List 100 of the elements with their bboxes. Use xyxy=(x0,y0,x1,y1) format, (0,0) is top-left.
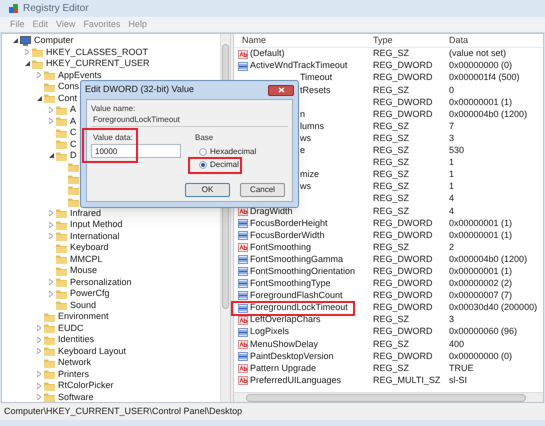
value-name[interactable]: FontSmoothingType xyxy=(250,277,331,291)
expand-arrow-icon[interactable] xyxy=(37,394,41,400)
value-data-field[interactable]: 10000 xyxy=(91,144,181,158)
horizontal-scrollbar[interactable] xyxy=(234,392,543,402)
tree-item[interactable]: Sound xyxy=(70,298,96,312)
value-type: REG_DWORD xyxy=(373,71,434,84)
value-type: REG_DWORD xyxy=(373,264,434,278)
value-name[interactable]: ActiveWndTrackTimeout xyxy=(250,59,348,73)
value-name[interactable]: n xyxy=(300,108,306,122)
tree-item[interactable]: C xyxy=(70,126,76,140)
tree-item[interactable]: A xyxy=(70,103,76,116)
tree-item[interactable]: Environment xyxy=(58,310,109,324)
value-name[interactable]: PreferredUILanguages xyxy=(250,374,342,388)
radio-option[interactable]: Hexadecimal xyxy=(199,146,256,157)
value-name[interactable]: FocusBorderHeight xyxy=(250,216,328,230)
value-name[interactable]: e xyxy=(300,144,306,158)
tree-item[interactable]: HKEY_CURRENT_USER xyxy=(46,57,150,70)
tree-item[interactable]: Identities xyxy=(58,333,94,346)
tree-item[interactable]: Software xyxy=(58,390,94,402)
tree-item[interactable]: EUDC xyxy=(58,322,84,335)
string-value-icon xyxy=(238,243,248,252)
expand-arrow-icon[interactable] xyxy=(49,210,53,216)
expand-arrow-icon[interactable] xyxy=(49,106,53,113)
tree-item[interactable]: Computer xyxy=(34,34,74,48)
expand-arrow-icon[interactable] xyxy=(49,233,53,240)
cancel-button[interactable]: Cancel xyxy=(240,183,285,197)
value-name[interactable]: Timeout xyxy=(300,71,332,85)
close-button[interactable] xyxy=(268,84,294,96)
tree-item[interactable]: AppEvents xyxy=(58,68,102,82)
value-data: 0x00000001 (1) xyxy=(449,96,512,109)
value-name[interactable]: (Default) xyxy=(250,48,285,61)
tree-item[interactable]: HKEY_CLASSES_ROOT xyxy=(46,46,148,59)
expand-arrow-icon[interactable] xyxy=(37,382,41,389)
column-header[interactable]: Type xyxy=(373,34,449,48)
expand-arrow-icon[interactable] xyxy=(25,49,29,56)
value-name[interactable]: PaintDesktopVersion xyxy=(250,350,334,364)
value-name[interactable]: ws xyxy=(300,132,311,146)
expand-arrow-icon[interactable] xyxy=(37,336,41,343)
tree-item[interactable]: Cont xyxy=(58,92,78,105)
tree-item[interactable]: D xyxy=(70,149,76,162)
value-name[interactable]: LogPixels xyxy=(250,325,290,339)
column-header[interactable]: Name xyxy=(234,34,373,48)
tree-item[interactable]: Input Method xyxy=(70,218,123,232)
tree-item[interactable]: Printers xyxy=(58,368,90,381)
column-header[interactable]: Data xyxy=(449,34,543,48)
value-name[interactable]: tResets xyxy=(300,84,331,98)
expand-arrow-icon[interactable] xyxy=(49,290,53,297)
value-name[interactable]: LeftOverlapChars xyxy=(250,313,321,327)
radio-button[interactable] xyxy=(199,160,207,168)
value-name[interactable]: FontSmoothingGamma xyxy=(250,252,344,266)
expand-arrow-icon[interactable] xyxy=(37,325,41,332)
value-name[interactable]: Pattern Upgrade xyxy=(250,362,316,376)
tree-item[interactable]: Mouse xyxy=(70,264,98,278)
radio-button[interactable] xyxy=(199,148,207,156)
value-name[interactable]: FontSmoothing xyxy=(250,240,312,254)
value-name[interactable]: MenuShowDelay xyxy=(250,338,318,352)
expand-arrow-icon[interactable] xyxy=(37,348,41,354)
expand-arrow-icon[interactable] xyxy=(49,279,53,286)
value-data: (value not set) xyxy=(449,48,506,60)
collapse-arrow-icon[interactable] xyxy=(48,153,54,158)
tree-item[interactable]: RtColorPicker xyxy=(58,379,114,392)
value-name[interactable]: ws xyxy=(300,180,311,194)
folder-icon xyxy=(44,93,55,104)
value-data: 0x00000002 (2) xyxy=(449,277,512,290)
tree-item[interactable]: PowerCfg xyxy=(70,287,110,300)
tree-item[interactable]: MMCPL xyxy=(70,252,103,266)
folder-icon xyxy=(44,70,55,80)
value-type: REG_SZ xyxy=(373,204,410,218)
tree-item[interactable]: Keyboard Layout xyxy=(58,344,126,358)
tree-item[interactable]: Network xyxy=(58,356,92,370)
string-value-icon xyxy=(238,50,248,59)
value-name[interactable]: FontSmoothingOrientation xyxy=(250,264,356,278)
collapse-arrow-icon[interactable] xyxy=(12,38,18,44)
tree-item[interactable]: Keyboard xyxy=(70,241,109,254)
value-name[interactable]: ForegroundLockTimeout xyxy=(250,301,348,315)
value-data: 0x00000000 (0) xyxy=(449,59,512,72)
value-name[interactable]: lumns xyxy=(300,120,324,134)
tree-item[interactable]: Infrared xyxy=(70,206,102,220)
tree-item[interactable]: Cons xyxy=(58,80,80,94)
value-name[interactable]: mize xyxy=(300,168,320,182)
folder-icon xyxy=(32,47,43,58)
value-name[interactable]: DragWidth xyxy=(250,204,293,218)
value-name[interactable]: FocusBorderWidth xyxy=(250,228,325,242)
tree-item[interactable]: C xyxy=(70,138,76,151)
ok-button[interactable]: OK xyxy=(185,183,230,197)
collapse-arrow-icon[interactable] xyxy=(36,96,42,101)
expand-arrow-icon[interactable] xyxy=(49,118,53,124)
radio-option[interactable]: Decimal xyxy=(199,159,239,170)
tree-item[interactable]: A xyxy=(70,114,76,128)
collapse-arrow-icon[interactable] xyxy=(24,61,30,66)
expand-arrow-icon[interactable] xyxy=(49,222,53,228)
expand-arrow-icon[interactable] xyxy=(37,72,41,78)
tree-item[interactable]: International xyxy=(70,230,120,243)
folder-icon xyxy=(56,104,67,115)
tree-item[interactable]: Personalization xyxy=(70,276,132,289)
string-value-icon xyxy=(238,206,248,216)
number-value-icon xyxy=(238,328,248,337)
value-name-field[interactable]: ForegroundLockTimeout xyxy=(91,114,288,127)
value-name[interactable]: ForegroundFlashCount xyxy=(250,289,343,303)
expand-arrow-icon[interactable] xyxy=(37,371,41,378)
